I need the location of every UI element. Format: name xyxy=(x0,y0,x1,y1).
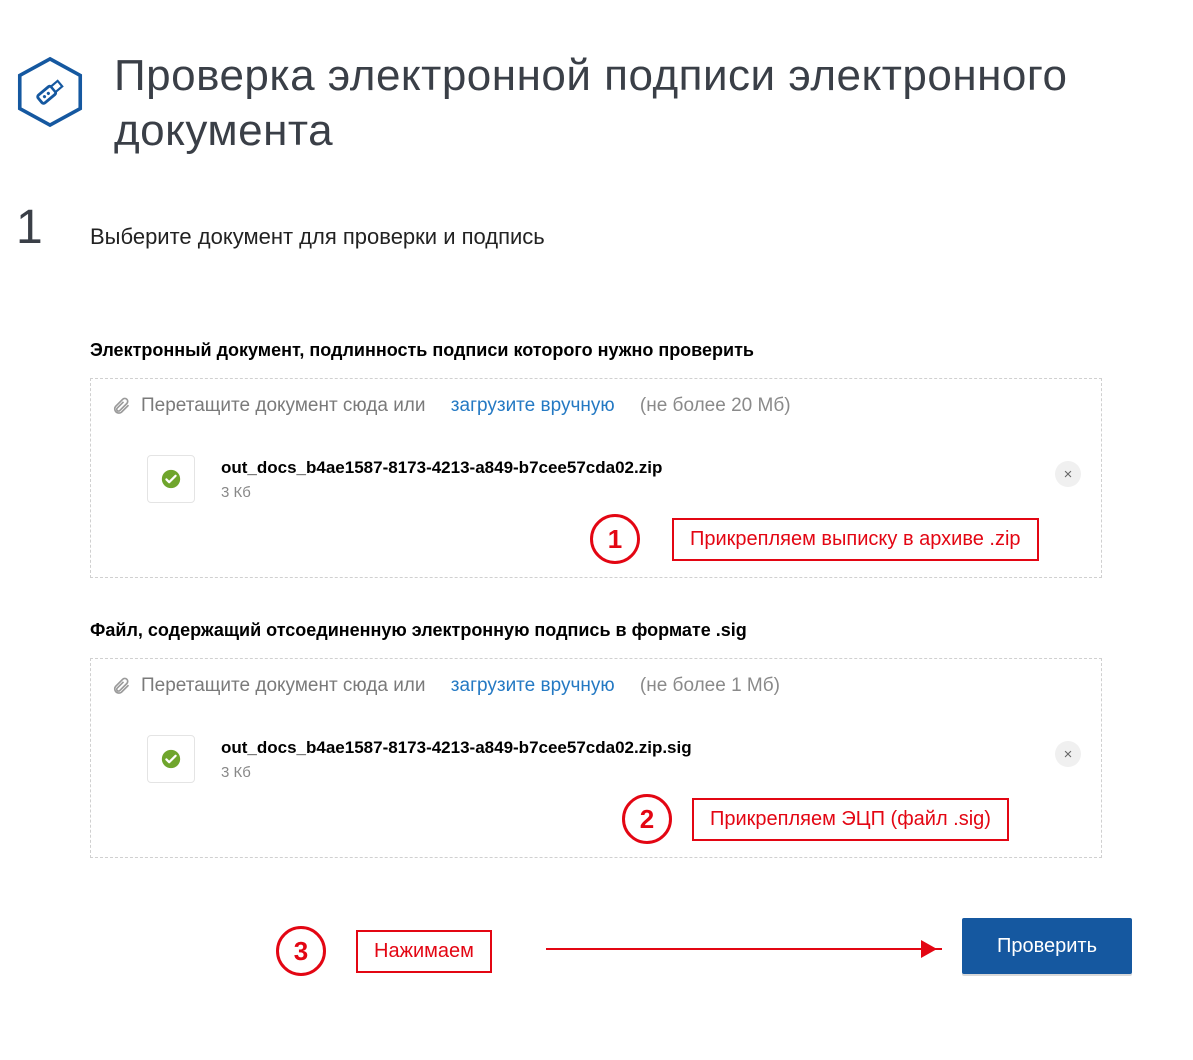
uploaded-file-name: out_docs_b4ae1587-8173-4213-a849-b7cee57… xyxy=(221,738,692,758)
usb-key-icon xyxy=(14,56,86,128)
remove-file-button[interactable]: × xyxy=(1055,461,1081,487)
file-status-ok-icon xyxy=(147,735,195,783)
uploaded-file-size: 3 Кб xyxy=(221,484,662,501)
annotation-arrow xyxy=(546,948,942,950)
uploaded-file-size: 3 Кб xyxy=(221,764,692,781)
annotation-box-2: Прикрепляем ЭЦП (файл .sig) xyxy=(692,798,1009,841)
upload-sig-label: Файл, содержащий отсоединенную электронн… xyxy=(90,620,747,641)
drag-text: Перетащите документ сюда или xyxy=(141,395,426,417)
drag-text: Перетащите документ сюда или xyxy=(141,675,426,697)
upload-sig-limit: (не более 1 Мб) xyxy=(640,675,780,697)
annotation-circle-3: 3 xyxy=(276,926,326,976)
upload-doc-manual-link[interactable]: загрузите вручную xyxy=(451,395,615,417)
annotation-box-1: Прикрепляем выписку в архиве .zip xyxy=(672,518,1039,561)
verify-button[interactable]: Проверить xyxy=(962,918,1132,974)
step-number: 1 xyxy=(16,200,43,255)
remove-file-button[interactable]: × xyxy=(1055,741,1081,767)
paperclip-icon xyxy=(111,676,131,696)
page-title: Проверка электронной подписи электронног… xyxy=(114,48,1193,158)
annotation-box-3: Нажимаем xyxy=(356,930,492,973)
uploaded-file-name: out_docs_b4ae1587-8173-4213-a849-b7cee57… xyxy=(221,458,662,478)
upload-sig-manual-link[interactable]: загрузите вручную xyxy=(451,675,615,697)
file-status-ok-icon xyxy=(147,455,195,503)
uploaded-file-row: out_docs_b4ae1587-8173-4213-a849-b7cee57… xyxy=(147,735,1081,783)
step-heading: Выберите документ для проверки и подпись xyxy=(90,224,545,250)
annotation-circle-2: 2 xyxy=(622,794,672,844)
paperclip-icon xyxy=(111,396,131,416)
upload-doc-limit: (не более 20 Мб) xyxy=(640,395,791,417)
annotation-circle-1: 1 xyxy=(590,514,640,564)
uploaded-file-row: out_docs_b4ae1587-8173-4213-a849-b7cee57… xyxy=(147,455,1081,503)
upload-doc-label: Электронный документ, подлинность подпис… xyxy=(90,340,754,361)
